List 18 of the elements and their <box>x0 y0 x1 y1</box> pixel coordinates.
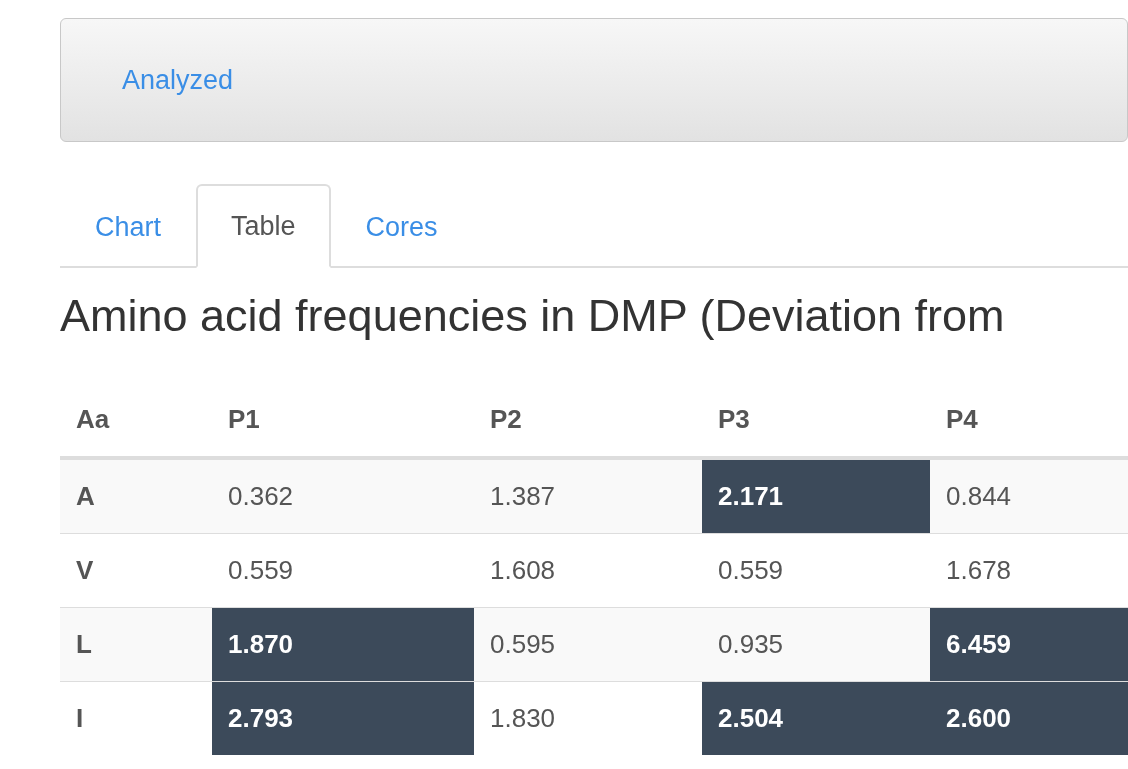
table-cell: 6.459 <box>930 607 1128 682</box>
row-label: L <box>60 607 212 682</box>
table-cell: 2.793 <box>212 681 474 755</box>
row-label: A <box>60 458 212 534</box>
table-cell: 2.171 <box>702 458 930 534</box>
tab[interactable]: Chart <box>60 184 197 268</box>
table-cell: 1.387 <box>474 458 702 534</box>
table-cell: 0.362 <box>212 458 474 534</box>
analyzed-link[interactable]: Analyzed <box>122 64 234 96</box>
table-cell: 2.600 <box>930 681 1128 755</box>
table-cell: 1.870 <box>212 607 474 682</box>
table-cell: 0.595 <box>474 607 702 682</box>
tab[interactable]: Table <box>196 184 331 268</box>
table-cell: 2.504 <box>702 681 930 755</box>
page-heading: Amino acid frequencies in DMP (Deviation from <box>60 290 1006 342</box>
table-cell: 0.844 <box>930 458 1128 534</box>
tab[interactable]: Cores <box>330 184 473 268</box>
table-cell: 0.935 <box>702 607 930 682</box>
